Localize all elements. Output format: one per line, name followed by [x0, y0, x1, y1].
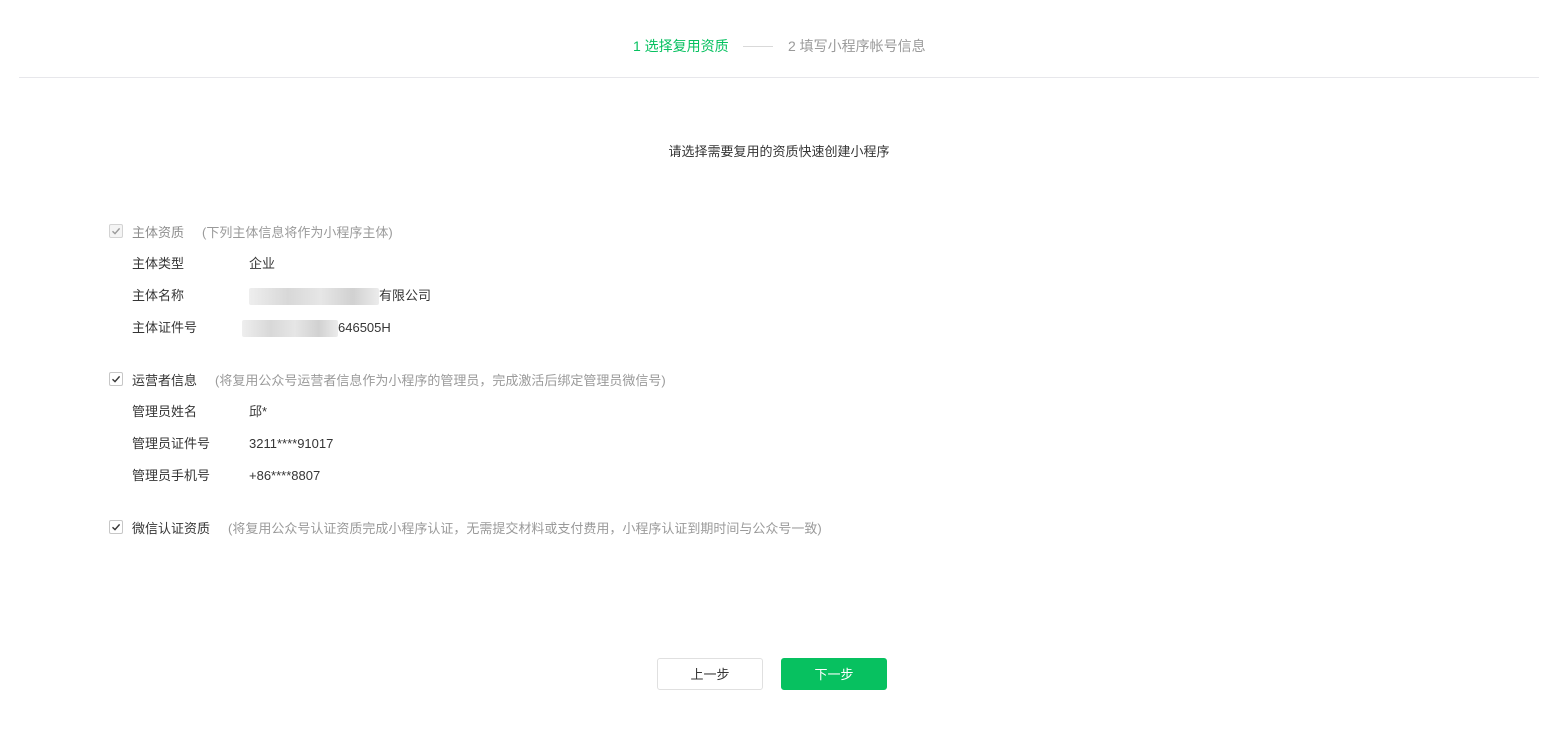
check-icon	[112, 227, 121, 235]
admin-phone-value: +86****8807	[249, 468, 321, 483]
redacted-block	[242, 320, 338, 338]
admin-name-label: 管理员姓名	[132, 404, 198, 419]
admin-id-value: 3211****91017	[249, 436, 334, 451]
entity-name-suffix: 有限公司	[379, 288, 432, 303]
entity-id-label: 主体证件号	[132, 320, 198, 335]
step-indicator: 1 选择复用资质 2 填写小程序帐号信息	[0, 0, 1548, 92]
admin-name-value: 邱*	[249, 404, 268, 419]
entity-checkbox[interactable]	[109, 224, 123, 238]
admin-phone-label: 管理员手机号	[132, 468, 211, 483]
certification-section-note: (将复用公众号认证资质完成小程序认证，无需提交材料或支付费用，小程序认证到期时间…	[228, 520, 822, 536]
operator-checkbox[interactable]	[109, 372, 123, 386]
admin-id-label: 管理员证件号	[132, 436, 211, 451]
certification-checkbox[interactable]	[109, 520, 123, 534]
entity-type-label: 主体类型	[132, 256, 185, 271]
step-connector	[743, 46, 773, 47]
redacted-block	[249, 288, 379, 306]
next-step-button[interactable]: 下一步	[781, 658, 887, 690]
entity-id-suffix: 646505H	[338, 320, 391, 335]
entity-type-value: 企业	[249, 256, 276, 271]
entity-section-title: 主体资质	[132, 224, 185, 240]
check-icon	[112, 523, 121, 531]
operator-section-header: 运营者信息 (将复用公众号运营者信息作为小程序的管理员，完成激活后绑定管理员微信…	[109, 370, 666, 388]
operator-section-title: 运营者信息	[132, 372, 198, 388]
operator-section-note: (将复用公众号运营者信息作为小程序的管理员，完成激活后绑定管理员微信号)	[215, 372, 666, 388]
certification-section-header: 微信认证资质 (将复用公众号认证资质完成小程序认证，无需提交材料或支付费用，小程…	[109, 518, 822, 536]
check-icon	[112, 375, 121, 383]
step-1-label: 1 选择复用资质	[633, 38, 729, 54]
page-intro: 请选择需要复用的资质快速创建小程序	[668, 144, 890, 159]
entity-id-value: 646505H	[242, 319, 391, 338]
entity-section-note: (下列主体信息将作为小程序主体)	[202, 224, 393, 240]
step-2-label: 2 填写小程序帐号信息	[788, 38, 926, 54]
entity-name-value: 有限公司	[249, 287, 432, 306]
prev-step-button[interactable]: 上一步	[657, 658, 763, 690]
entity-section-header: 主体资质 (下列主体信息将作为小程序主体)	[109, 222, 393, 240]
entity-name-label: 主体名称	[132, 288, 185, 303]
header-divider	[19, 77, 1539, 78]
certification-section-title: 微信认证资质	[132, 520, 211, 536]
